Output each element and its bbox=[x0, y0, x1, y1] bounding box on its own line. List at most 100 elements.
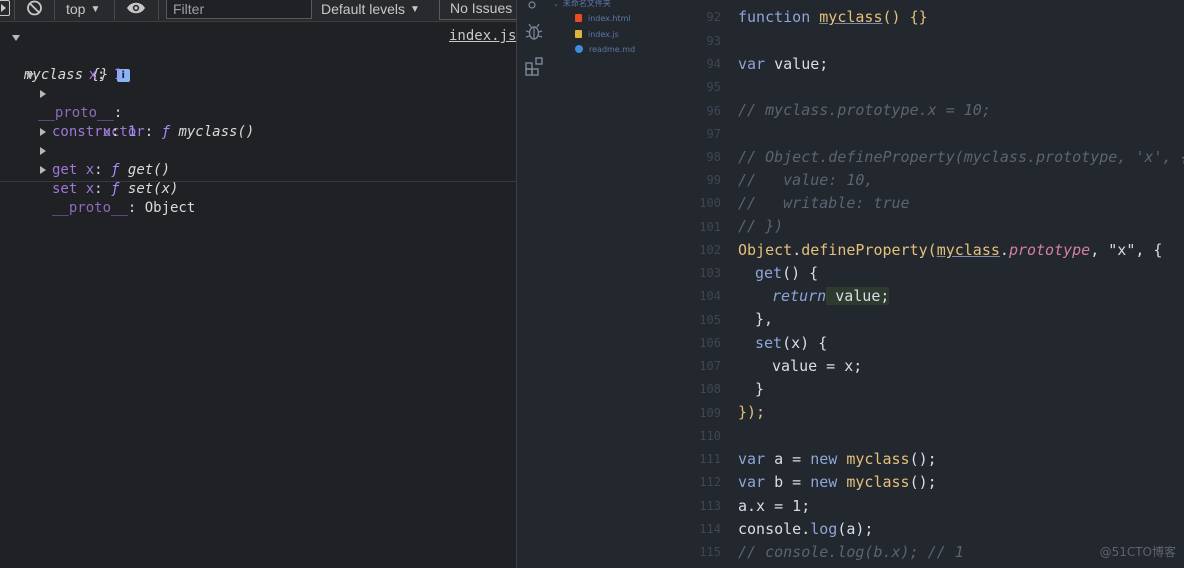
comment-line: // Object.defineProperty(myclass.prototy… bbox=[738, 148, 1184, 166]
line-number: 114 bbox=[699, 522, 721, 536]
line-number: 103 bbox=[699, 266, 721, 280]
file-name: readme.md bbox=[589, 45, 636, 54]
proto-value: Object bbox=[144, 199, 196, 216]
comment-line: // }) bbox=[738, 217, 784, 235]
code-line: var a = new myclass(); bbox=[738, 450, 937, 468]
line-number: 107 bbox=[699, 359, 721, 373]
block-icon bbox=[27, 0, 42, 16]
code-line: var value; bbox=[738, 55, 829, 73]
toolbar-separator bbox=[114, 0, 115, 20]
caret-down-icon: ▼ bbox=[90, 4, 101, 15]
collapse-triangle-icon[interactable] bbox=[40, 147, 46, 155]
line-number: 99 bbox=[706, 173, 721, 187]
toolbar-separator bbox=[14, 0, 15, 20]
file-row[interactable]: index.html bbox=[575, 12, 631, 26]
line-number: 93 bbox=[706, 34, 721, 48]
watermark: @51CTO博客 bbox=[1099, 545, 1176, 559]
line-number: 108 bbox=[699, 382, 721, 396]
file-name: index.js bbox=[588, 30, 619, 39]
comment-line: // console.log(b.x); // 1 bbox=[738, 543, 964, 561]
folder-name: 未命名文件夹 bbox=[562, 0, 611, 8]
source-location-link[interactable]: index.js bbox=[449, 27, 516, 46]
debug-icon[interactable] bbox=[525, 22, 543, 46]
line-number-gutter: 92 93 94 95 96 97 98 99 100 101 102 103 … bbox=[657, 0, 721, 568]
code-line: value = x; bbox=[772, 357, 863, 375]
line-number: 104 bbox=[699, 289, 721, 303]
log-levels-select[interactable]: Default levels ▼ bbox=[321, 0, 431, 22]
issues-button[interactable]: No Issues bbox=[439, 0, 516, 20]
line-number: 96 bbox=[706, 104, 721, 118]
code-area[interactable]: function myclass() {} var value; // mycl… bbox=[738, 0, 1184, 568]
proto-row[interactable]: __proto__: bbox=[26, 66, 122, 121]
function-name: get() bbox=[127, 161, 171, 178]
getter-row[interactable]: get x: ƒ get() bbox=[40, 123, 170, 178]
collapse-triangle-icon[interactable] bbox=[40, 166, 46, 174]
devtools-console-panel: top ▼ Default levels ▼ No Issues index.js … bbox=[0, 0, 516, 568]
inner-proto-row[interactable]: __proto__: Object bbox=[40, 161, 195, 216]
code-line: Object.defineProperty(myclass.prototype,… bbox=[738, 241, 1163, 259]
property-row: x: 1 bbox=[102, 123, 137, 140]
file-name: index.html bbox=[588, 14, 631, 23]
line-number: 102 bbox=[699, 243, 721, 257]
code-line: } bbox=[755, 380, 765, 398]
line-number: 100 bbox=[699, 196, 721, 210]
code-line: var b = new myclass(); bbox=[738, 473, 937, 491]
property-key: x bbox=[88, 66, 98, 83]
show-console-sidebar-button[interactable] bbox=[0, 0, 10, 16]
folder-row[interactable]: ⌄ 未命名文件夹 bbox=[553, 0, 611, 11]
console-filter-input[interactable] bbox=[166, 0, 312, 19]
html-file-icon bbox=[575, 14, 582, 22]
clear-console-button[interactable] bbox=[26, 0, 44, 22]
activity-bar bbox=[517, 0, 551, 568]
function-name: myclass() bbox=[178, 123, 255, 140]
line-number: 95 bbox=[706, 80, 721, 94]
search-icon[interactable] bbox=[527, 0, 537, 15]
line-number: 109 bbox=[699, 406, 721, 420]
file-row[interactable]: readme.md bbox=[575, 43, 635, 57]
line-number: 94 bbox=[706, 57, 721, 71]
expand-triangle-icon[interactable] bbox=[12, 35, 20, 41]
property-value: 1 bbox=[113, 66, 123, 83]
line-number: 101 bbox=[699, 220, 721, 234]
code-line: }, bbox=[755, 310, 774, 328]
function-name: set(x) bbox=[127, 180, 179, 197]
line-number: 113 bbox=[699, 499, 721, 513]
setter-row[interactable]: set x: ƒ set(x) bbox=[40, 142, 178, 197]
line-number: 111 bbox=[699, 452, 721, 466]
proto-key: __proto__ bbox=[52, 199, 128, 216]
chevron-down-icon: ⌄ bbox=[553, 0, 559, 8]
line-number: 98 bbox=[706, 150, 721, 164]
code-line: return value; bbox=[772, 287, 890, 305]
property-key: x bbox=[102, 123, 112, 140]
js-file-icon bbox=[575, 30, 582, 38]
code-editor-window: ⌄ 未命名文件夹 index.html index.js readme.md 92… bbox=[516, 0, 1184, 568]
console-output: index.js myclass {} i x: 1 __proto__: co… bbox=[0, 22, 516, 216]
function-glyph: ƒ bbox=[161, 123, 171, 140]
file-row[interactable]: index.js bbox=[575, 28, 619, 42]
javascript-context-select[interactable]: top ▼ bbox=[66, 0, 110, 22]
comment-line: // writable: true bbox=[738, 194, 910, 212]
comment-line: // myclass.prototype.x = 10; bbox=[738, 101, 991, 119]
code-line: console.log(a); bbox=[738, 520, 874, 538]
object-root-row[interactable]: myclass {} i bbox=[12, 28, 130, 83]
property-row: x: 1 bbox=[88, 66, 123, 83]
line-number: 106 bbox=[699, 336, 721, 350]
code-line: }); bbox=[738, 403, 766, 421]
code-line: a.x = 1; bbox=[738, 497, 811, 515]
expand-triangle-icon[interactable] bbox=[26, 73, 34, 79]
console-toolbar: top ▼ Default levels ▼ No Issues bbox=[0, 0, 516, 22]
caret-down-icon: ▼ bbox=[410, 4, 420, 15]
levels-value: Default levels bbox=[321, 1, 406, 17]
line-number: 115 bbox=[699, 545, 721, 559]
comment-line: // value: 10, bbox=[738, 171, 874, 189]
toolbar-separator bbox=[54, 0, 55, 20]
line-number: 92 bbox=[706, 10, 721, 24]
live-expression-button[interactable] bbox=[126, 0, 148, 22]
collapse-triangle-icon[interactable] bbox=[40, 90, 46, 98]
code-line: set(x) { bbox=[755, 334, 828, 352]
extensions-icon[interactable] bbox=[525, 57, 544, 80]
code-line: get() { bbox=[755, 264, 819, 282]
constructor-row[interactable]: constructor: ƒ myclass() bbox=[40, 85, 254, 140]
collapse-triangle-icon[interactable] bbox=[40, 128, 46, 136]
code-line: function myclass() {} bbox=[738, 8, 928, 26]
